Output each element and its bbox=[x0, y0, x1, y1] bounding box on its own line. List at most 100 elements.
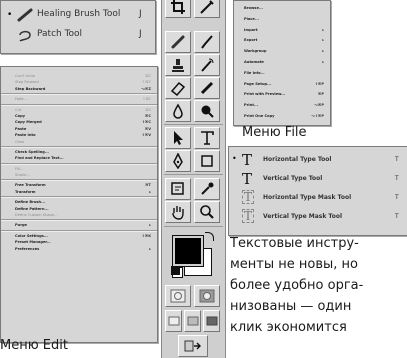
menu-item-label: Print with Preview... bbox=[244, 92, 286, 97]
flyout-item-shortcut: J bbox=[139, 29, 142, 39]
menu-separator bbox=[1, 196, 157, 199]
swap-colors-icon[interactable] bbox=[205, 232, 214, 241]
menu-separator bbox=[1, 103, 157, 106]
standard-mode-icon[interactable] bbox=[165, 285, 191, 307]
menu-item[interactable]: Print with Preview... ⌘P bbox=[234, 89, 330, 100]
menu-item[interactable]: Step Backward ⌥⌘Z bbox=[1, 86, 157, 92]
slice-tool-icon[interactable] bbox=[194, 0, 220, 18]
foreground-color-swatch[interactable] bbox=[172, 235, 204, 267]
menu-item-label: Place... bbox=[244, 16, 259, 21]
menu-item[interactable]: Export ▸ bbox=[234, 35, 330, 46]
screen-mode-menu-icon[interactable] bbox=[184, 310, 201, 332]
screen-mode-standard-icon[interactable] bbox=[165, 310, 182, 332]
menu-item-shortcut: ▸ bbox=[149, 246, 151, 251]
brush-tool-icon[interactable] bbox=[194, 31, 220, 53]
menu-item-label: Preferences bbox=[15, 246, 40, 251]
menu-item-shortcut: ▸ bbox=[322, 59, 324, 64]
default-colors-icon[interactable] bbox=[171, 266, 180, 275]
flyout-item-healing-brush[interactable]: • Healing Brush Tool J bbox=[1, 5, 155, 25]
zoom-tool-icon[interactable] bbox=[194, 201, 220, 223]
menu-item[interactable]: Workgroup ▸ bbox=[234, 46, 330, 57]
menu-separator bbox=[1, 145, 157, 148]
menu-item-label: File Info... bbox=[244, 70, 265, 75]
menu-item-label: Define Custom Shape... bbox=[15, 213, 58, 218]
menu-item-label: Print One Copy bbox=[244, 113, 275, 118]
gradient-tool-icon[interactable] bbox=[194, 77, 220, 99]
menu-item[interactable]: File Info... bbox=[234, 68, 330, 79]
article-text: Текстовые инстру- менты не новы, но боле… bbox=[230, 233, 406, 338]
active-tool-bullet: • bbox=[232, 154, 237, 163]
menu-item-shortcut: ⌥⇧⌘P bbox=[310, 113, 324, 118]
type-flyout-shortcut: T bbox=[395, 156, 399, 163]
flyout-item-label: Healing Brush Tool bbox=[37, 9, 121, 19]
type-flyout-item[interactable]: T Vertical Type Mask Tool T bbox=[229, 208, 407, 227]
type-flyout-label: Horizontal Type Tool bbox=[263, 156, 332, 163]
toolbar-divider bbox=[164, 226, 223, 227]
screen-mode-full-icon[interactable] bbox=[203, 310, 220, 332]
path-selection-tool-icon[interactable] bbox=[165, 127, 191, 149]
healing-brush-tool-icon[interactable] bbox=[165, 31, 191, 53]
menu-item[interactable]: Transform ▸ bbox=[1, 189, 157, 195]
menu-item-label: Paste Into bbox=[15, 133, 36, 138]
horizontal-type-icon: T bbox=[242, 151, 253, 169]
patch-tool-icon bbox=[19, 30, 31, 42]
type-tool-icon[interactable] bbox=[194, 127, 220, 149]
menu-item[interactable]: Find and Replace Text... bbox=[1, 155, 157, 161]
toolbar-divider bbox=[164, 124, 223, 125]
type-tool-flyout: • T Horizontal Type Tool T T Vertical Type To… bbox=[228, 146, 407, 236]
menu-item[interactable]: Print One Copy ⌥⇧⌘P bbox=[234, 111, 330, 122]
clone-stamp-tool-icon[interactable] bbox=[165, 54, 191, 76]
eraser-tool-icon[interactable] bbox=[165, 77, 191, 99]
type-flyout-item[interactable]: T Vertical Type Tool T bbox=[229, 170, 407, 189]
toolbar-divider bbox=[164, 174, 223, 175]
flyout-item-patch[interactable]: Patch Tool J bbox=[1, 25, 155, 45]
type-flyout-item[interactable]: T Horizontal Type Mask Tool T bbox=[229, 189, 407, 208]
menu-item-shortcut: ⌥⌘Z bbox=[140, 86, 151, 91]
menu-item-label: Print... bbox=[244, 103, 259, 108]
menu-separator bbox=[1, 162, 157, 165]
menu-item[interactable]: Import ▸ bbox=[234, 25, 330, 36]
menu-item-shortcut: ⇧⌘P bbox=[315, 81, 324, 86]
shape-tool-icon[interactable] bbox=[194, 150, 220, 172]
eyedropper-tool-icon[interactable] bbox=[194, 178, 220, 200]
menu-item-label: Automate bbox=[244, 59, 264, 64]
menu-item-shortcut: ▸ bbox=[149, 223, 151, 228]
type-flyout-item[interactable]: • T Horizontal Type Tool T bbox=[229, 151, 407, 170]
vertical-type-mask-icon: T bbox=[242, 209, 255, 223]
quick-mask-mode-icon[interactable] bbox=[194, 285, 220, 307]
flyout-item-shortcut: J bbox=[139, 9, 142, 19]
menu-item-label: Transform bbox=[15, 189, 36, 194]
healing-brush-flyout: • Healing Brush Tool J Patch Tool J bbox=[0, 0, 156, 54]
menu-item-label: Check Spelling... bbox=[15, 149, 49, 154]
menu-item[interactable]: Browse... bbox=[234, 3, 330, 14]
type-flyout-shortcut: T bbox=[395, 175, 399, 182]
article-line: менты не новы, но bbox=[230, 257, 359, 272]
menu-item[interactable]: Preferences ▸ bbox=[1, 246, 157, 252]
menu-item-label: Define Pattern... bbox=[15, 206, 49, 211]
menu-item[interactable]: Place... bbox=[234, 14, 330, 25]
hand-tool-icon[interactable] bbox=[165, 201, 191, 223]
menu-item[interactable]: Automate ▸ bbox=[234, 57, 330, 68]
history-brush-tool-icon[interactable] bbox=[194, 54, 220, 76]
menu-item-shortcut: ▸ bbox=[322, 27, 324, 32]
menu-item-label: Free Transform bbox=[15, 183, 46, 188]
jump-to-imageready-icon[interactable] bbox=[178, 335, 208, 357]
blur-tool-icon[interactable] bbox=[165, 100, 191, 122]
menu-item: Fade... ⇧⌘F bbox=[1, 96, 157, 102]
dodge-tool-icon[interactable] bbox=[194, 100, 220, 122]
type-flyout-label: Vertical Type Mask Tool bbox=[263, 213, 343, 220]
menu-item-label: Can't Undo bbox=[15, 74, 35, 78]
menu-item[interactable]: Print... ⌥⌘P bbox=[234, 100, 330, 111]
menu-item-label: Stroke... bbox=[15, 173, 30, 178]
notes-tool-icon[interactable] bbox=[165, 178, 191, 200]
menu-item[interactable]: Page Setup... ⇧⌘P bbox=[234, 79, 330, 90]
menu-item-shortcut: ▸ bbox=[322, 49, 324, 54]
menu-item-label: Cut bbox=[15, 107, 22, 112]
article-line: Текстовые инстру- bbox=[230, 236, 359, 251]
menu-item-shortcut: ▸ bbox=[322, 38, 324, 43]
menu-item: Stroke... bbox=[1, 172, 157, 178]
menu-item-label: Color Settings... bbox=[15, 233, 48, 238]
menu-item[interactable]: Purge ▸ bbox=[1, 222, 157, 228]
crop-tool-icon[interactable] bbox=[165, 0, 191, 18]
pen-tool-icon[interactable] bbox=[165, 150, 191, 172]
